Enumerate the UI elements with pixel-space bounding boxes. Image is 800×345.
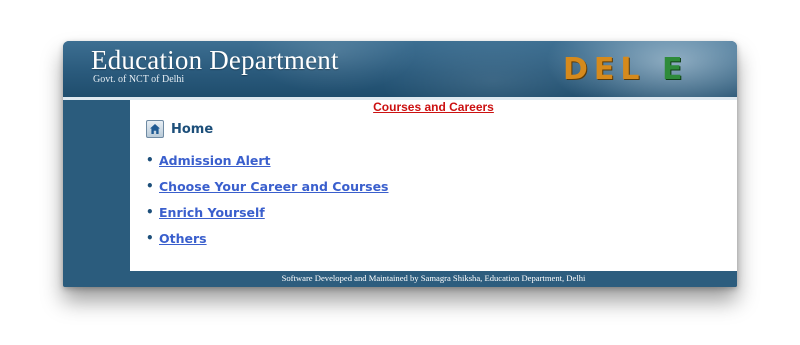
section-title: Courses and Careers [373,100,494,114]
logo-text-e: E [661,52,689,87]
main-content: Courses and Careers Home • Admission Ale… [130,100,737,271]
header-banner: Education Department Govt. of NCT of Del… [63,41,737,97]
footer-bar: Software Developed and Maintained by Sam… [130,271,737,287]
list-item: • Enrich Yourself [146,205,389,231]
link-choose-career[interactable]: Choose Your Career and Courses [159,179,389,194]
home-link[interactable]: Home [146,119,213,139]
link-admission-alert[interactable]: Admission Alert [159,153,271,168]
list-item: • Others [146,231,389,257]
bullet-icon: • [146,205,154,219]
bullet-icon: • [146,231,154,245]
app-window: Education Department Govt. of NCT of Del… [63,41,737,287]
site-title: Education Department [91,45,339,75]
home-icon[interactable] [146,120,164,138]
dele-logo: DEL E [563,52,688,87]
link-enrich-yourself[interactable]: Enrich Yourself [159,205,265,220]
link-others[interactable]: Others [159,231,207,246]
list-item: • Choose Your Career and Courses [146,179,389,205]
bullet-icon: • [146,153,154,167]
site-subtitle: Govt. of NCT of Delhi [93,74,185,85]
nav-list: • Admission Alert • Choose Your Career a… [146,153,389,257]
home-label[interactable]: Home [171,122,213,137]
bullet-icon: • [146,179,154,193]
logo-text-del: DEL [563,52,646,87]
list-item: • Admission Alert [146,153,389,179]
